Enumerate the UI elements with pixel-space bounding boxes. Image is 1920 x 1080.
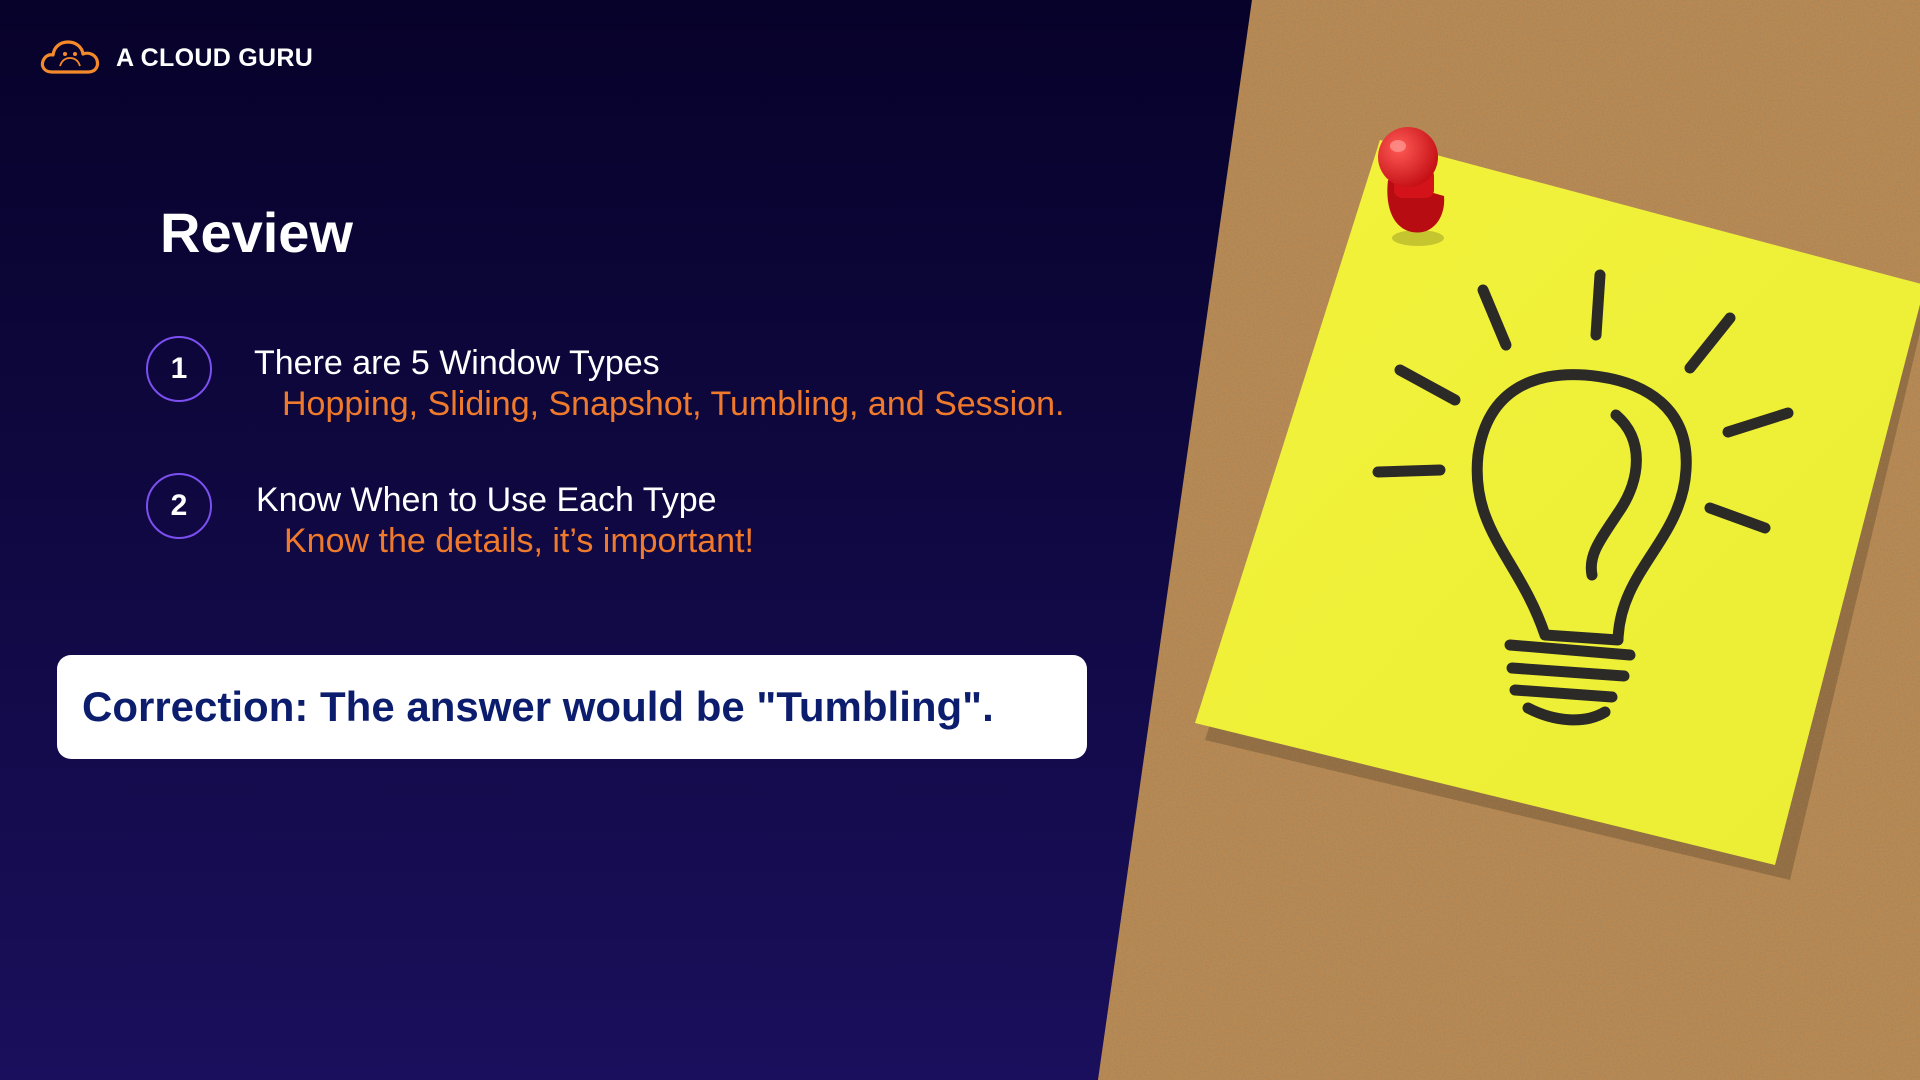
slide-canvas: A CLOUD GURU Review 1 There are 5 Window… <box>0 0 1920 1080</box>
brand-name: A CLOUD GURU <box>116 43 314 72</box>
review-item-2-heading: Know When to Use Each Type <box>256 481 717 519</box>
brand-header: A CLOUD GURU <box>38 36 313 80</box>
slide-title: Review <box>160 201 353 264</box>
review-item-2: 2 Know When to Use Each Type Know the de… <box>146 473 754 558</box>
review-item-1-text: There are 5 Window Types Hopping, Slidin… <box>254 336 1065 421</box>
number-badge-1: 1 <box>146 336 212 402</box>
correction-banner: Correction: The answer would be "Tumblin… <box>57 655 1087 759</box>
number-badge-2: 2 <box>146 473 212 539</box>
correction-text: Correction: The answer would be "Tumblin… <box>82 683 994 730</box>
review-item-1: 1 There are 5 Window Types Hopping, Slid… <box>146 336 1065 421</box>
review-item-2-text: Know When to Use Each Type Know the deta… <box>256 473 754 558</box>
cloud-logo-icon <box>40 40 100 74</box>
review-item-2-detail: Know the details, it’s important! <box>284 522 754 560</box>
review-item-1-heading: There are 5 Window Types <box>254 344 660 382</box>
review-item-1-detail: Hopping, Sliding, Snapshot, Tumbling, an… <box>282 385 1065 423</box>
